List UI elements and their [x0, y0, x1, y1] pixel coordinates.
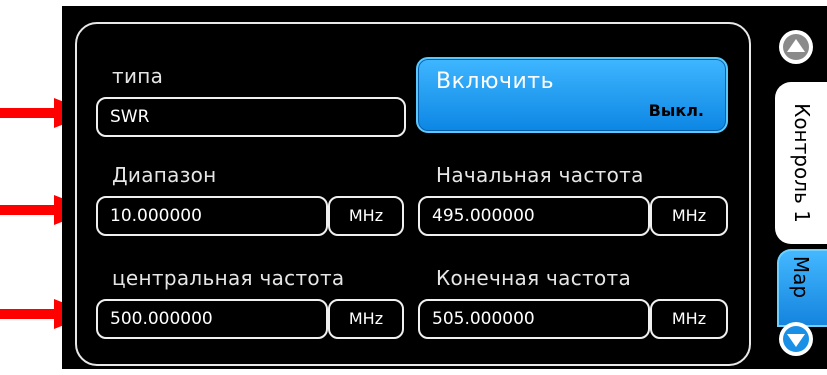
tab-control[interactable]: Контроль 1 [775, 82, 827, 244]
enable-toggle-label: Включить [436, 69, 555, 94]
stop-frequency-label: Конечная частота [436, 266, 632, 290]
start-frequency-field[interactable]: 495.000000 [418, 196, 650, 236]
start-frequency-unit-button[interactable]: MHz [650, 196, 728, 236]
type-field[interactable]: SWR [96, 97, 406, 137]
down-arrow-circle-icon[interactable] [779, 322, 813, 356]
type-label: типа [112, 64, 164, 88]
tab-marker[interactable]: Мар [777, 249, 827, 327]
center-frequency-field[interactable]: 500.000000 [96, 299, 328, 339]
stop-frequency-unit-button[interactable]: MHz [650, 299, 728, 339]
tab-marker-label: Мар [789, 255, 813, 299]
start-frequency-label: Начальная частота [436, 163, 644, 187]
span-unit-button[interactable]: MHz [328, 196, 404, 236]
enable-toggle-button[interactable]: Включить Выкл. [416, 57, 728, 133]
up-arrow-circle-icon[interactable] [779, 30, 813, 64]
stop-frequency-field[interactable]: 505.000000 [418, 299, 650, 339]
center-frequency-unit-button[interactable]: MHz [328, 299, 404, 339]
tab-control-label: Контроль 1 [790, 103, 814, 223]
span-field[interactable]: 10.000000 [96, 196, 328, 236]
enable-toggle-state: Выкл. [648, 101, 704, 120]
span-label: Диапазон [112, 163, 217, 187]
center-frequency-label: центральная частота [112, 266, 345, 290]
